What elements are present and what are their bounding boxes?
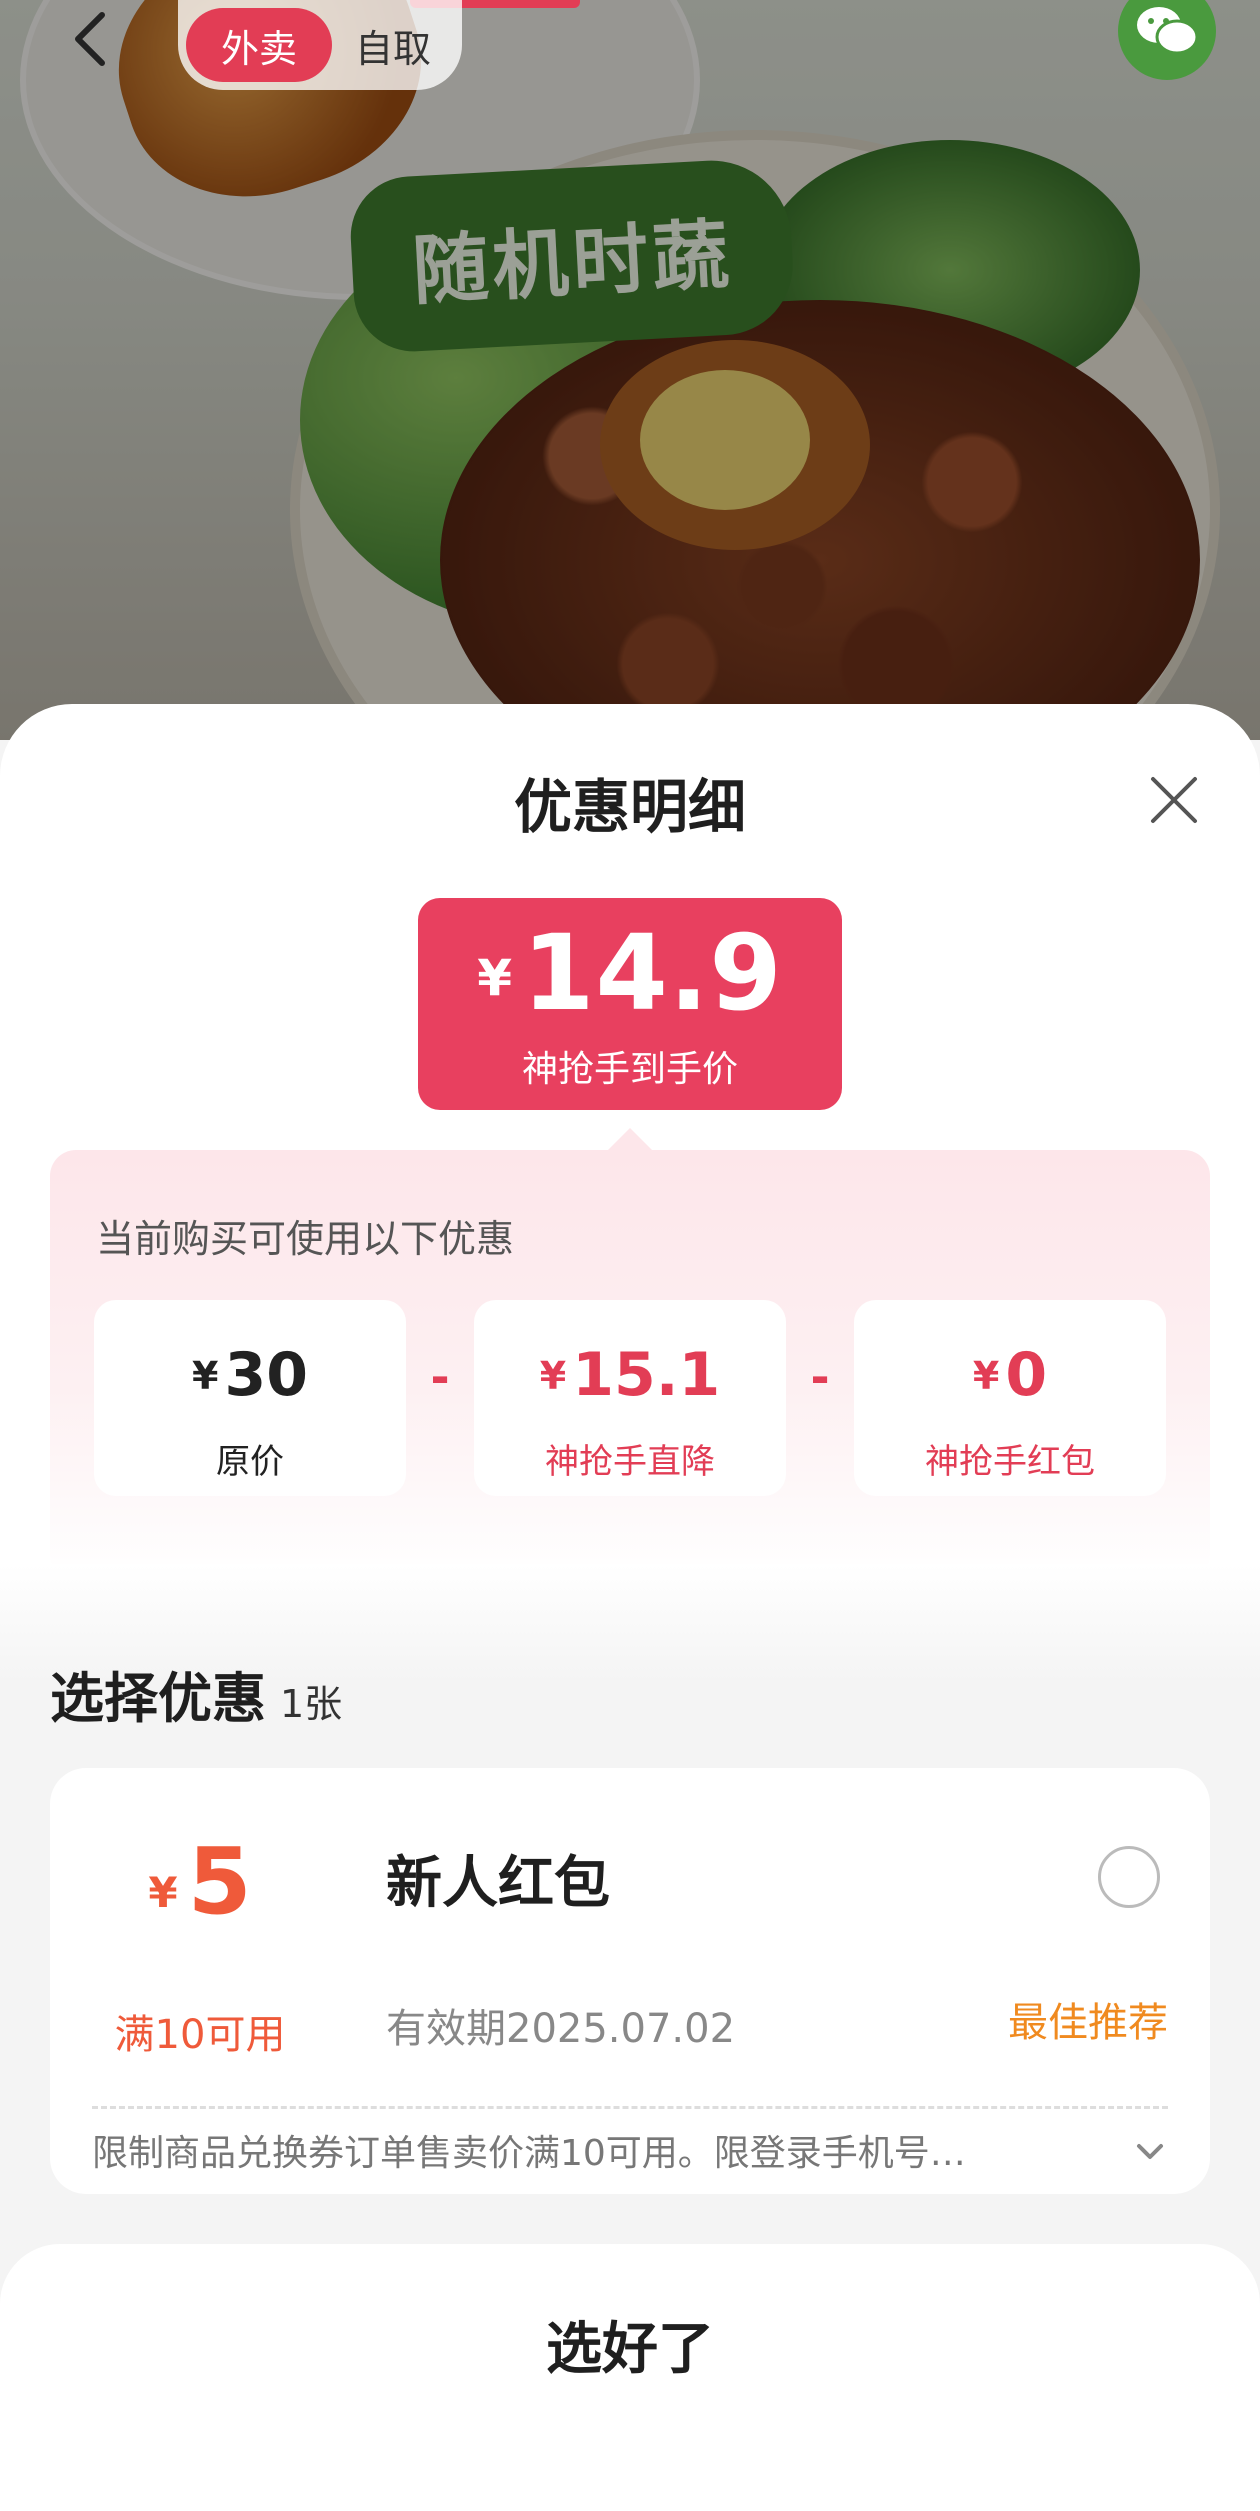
final-price-amount: 14.9	[522, 912, 783, 1034]
coupon-count: 1张	[280, 1682, 343, 1726]
tab-delivery[interactable]: 外卖	[186, 8, 332, 82]
final-price-currency: ¥	[477, 949, 513, 1007]
close-button[interactable]	[1130, 756, 1218, 844]
direct-discount-card: ¥15.1 神抢手直降	[474, 1300, 786, 1496]
expand-description-button[interactable]	[1126, 2128, 1174, 2176]
minus-operator: -	[430, 1350, 450, 1404]
chevron-left-icon	[75, 12, 105, 66]
back-button[interactable]	[40, 0, 140, 78]
direct-discount-label: 神抢手直降	[545, 1442, 715, 1482]
original-price-amount: 30	[224, 1340, 308, 1410]
final-price-label: 神抢手到手价	[521, 1049, 738, 1090]
price-breakdown-panel: 当前购买可使用以下优惠 ¥30 原价 - ¥15.1 神抢手直降 - ¥0 神抢…	[50, 1150, 1210, 1580]
red-packet-label: 神抢手红包	[925, 1442, 1095, 1482]
coupon-description: 限制商品兑换券订单售卖价满10可用。限登录手机号…	[92, 2133, 966, 2174]
coupon-name: 新人红包	[386, 1851, 610, 1916]
wechat-icon	[1137, 7, 1199, 55]
confirm-button[interactable]: 选好了	[0, 2244, 1260, 2444]
coupon-validity: 有效期2025.07.02	[386, 2006, 736, 2052]
discount-detail-sheet: 优惠明细 ¥14.9 神抢手到手价 当前购买可使用以下优惠 ¥30 原价 - ¥…	[0, 704, 1260, 2511]
best-recommend-badge: 最佳推荐	[1008, 2000, 1168, 2046]
sheet-footer: 选好了	[0, 2244, 1260, 2511]
close-icon	[1151, 777, 1197, 823]
coupon-amount: ¥5	[148, 1828, 252, 1935]
dashed-divider	[92, 2106, 1168, 2109]
select-discount-heading: 选择优惠 1张	[50, 1667, 343, 1730]
coupon-select-radio[interactable]	[1098, 1846, 1160, 1908]
chevron-down-icon	[1137, 2144, 1163, 2159]
red-packet-amount: 0	[1005, 1340, 1048, 1410]
original-price-label: 原价	[216, 1442, 284, 1482]
tab-pickup[interactable]: 自取	[332, 18, 454, 73]
sheet-title: 优惠明细	[513, 773, 746, 841]
minus-operator: -	[810, 1350, 830, 1404]
breakdown-caption: 当前购买可使用以下优惠	[96, 1217, 515, 1261]
order-mode-switch: 外卖 自取	[178, 0, 462, 90]
product-photo: 随机时蔬	[0, 0, 1260, 740]
final-price-box: ¥14.9 神抢手到手价	[418, 898, 842, 1110]
coupon-condition: 满10可用	[114, 2012, 286, 2058]
direct-discount-amount: 15.1	[572, 1340, 721, 1410]
coupon-card[interactable]: ¥5 满10可用 新人红包 有效期2025.07.02 最佳推荐 限制商品兑换券…	[50, 1768, 1210, 2194]
red-packet-card: ¥0 神抢手红包	[854, 1300, 1166, 1496]
original-price-card: ¥30 原价	[94, 1300, 406, 1496]
